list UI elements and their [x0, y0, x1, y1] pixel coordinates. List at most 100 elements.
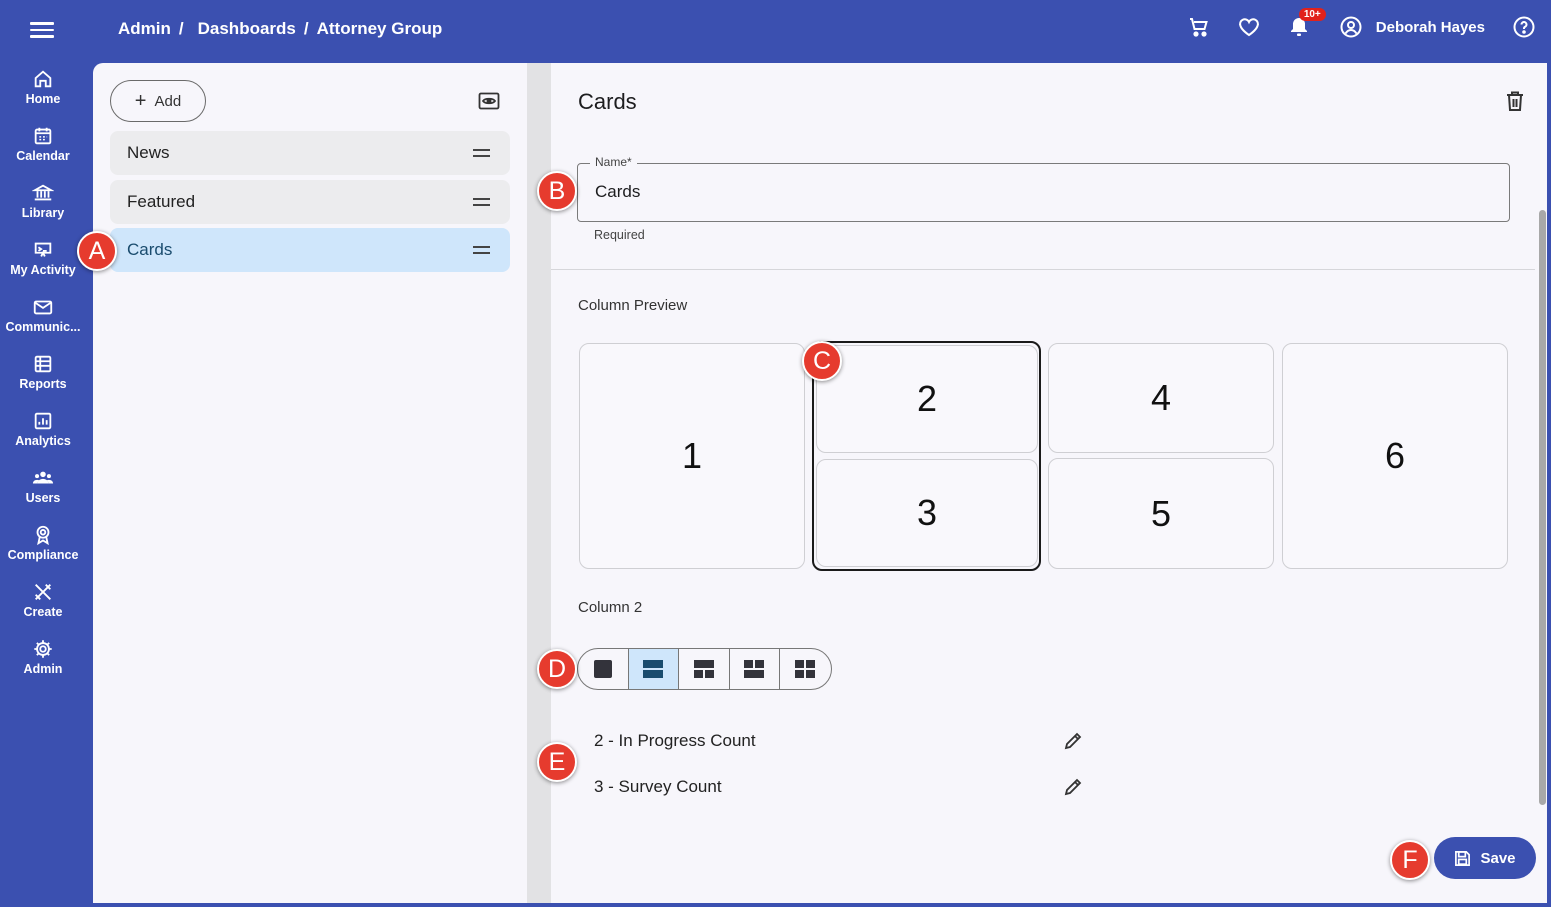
breadcrumb-dashboards[interactable]: Dashboards — [198, 19, 296, 39]
add-section-button[interactable]: + Add — [110, 80, 206, 122]
annotation-marker-e: E — [537, 742, 577, 782]
sidebar-item-my-activity[interactable]: My Activity — [0, 239, 86, 294]
layout-selector — [577, 648, 832, 690]
selected-column-label: Column 2 — [578, 599, 643, 616]
drag-handle-icon[interactable] — [473, 149, 490, 161]
breadcrumb-admin[interactable]: Admin — [118, 19, 171, 39]
sidebar-item-label: Users — [25, 491, 61, 505]
users-icon — [32, 471, 54, 484]
sidebar-item-label: My Activity — [10, 263, 76, 277]
delete-trash-icon[interactable] — [1505, 90, 1525, 112]
create-icon — [35, 584, 51, 600]
help-icon[interactable] — [1511, 14, 1537, 40]
name-field[interactable]: Name* — [577, 155, 1510, 222]
card-item: 2 - In Progress Count — [594, 731, 756, 750]
cart-icon[interactable] — [1186, 14, 1212, 40]
calendar-icon — [34, 127, 52, 145]
admin-gear-icon — [34, 640, 52, 658]
home-icon — [34, 70, 52, 88]
sidebar-item-label: Library — [21, 206, 65, 220]
section-item-featured[interactable]: Featured — [110, 180, 510, 224]
preview-cell[interactable]: 3 — [816, 459, 1038, 567]
breadcrumb-separator: / — [178, 19, 184, 38]
sidebar-item-compliance[interactable]: Compliance — [0, 524, 86, 579]
sidebar-item-label: Reports — [19, 377, 67, 391]
scrollbar-thumb[interactable] — [1539, 210, 1546, 805]
preview-cell[interactable]: 6 — [1282, 343, 1508, 569]
library-icon — [32, 184, 54, 201]
sidebar-item-label: Communic... — [5, 320, 81, 334]
preview-cell[interactable]: 1 — [579, 343, 805, 569]
sidebar-item-create[interactable]: Create — [0, 581, 86, 636]
drag-handle-icon[interactable] — [473, 246, 490, 258]
notification-count-badge: 10+ — [1298, 8, 1326, 21]
sidebar-item-admin[interactable]: Admin — [0, 638, 86, 693]
annotation-marker-c: C — [802, 341, 842, 381]
top-bar: Admin / Dashboards / Attorney Group 10+ … — [0, 0, 1551, 62]
sidebar-item-library[interactable]: Library — [0, 182, 86, 237]
layout-single-icon — [593, 660, 612, 678]
analytics-icon — [34, 412, 52, 430]
sidebar-item-communications[interactable]: Communic... — [0, 296, 86, 351]
sidebar-item-label: Home — [25, 92, 61, 106]
sidebar-item-reports[interactable]: Reports — [0, 353, 86, 408]
preview-column-4[interactable]: 6 — [1282, 343, 1508, 569]
menu-icon[interactable] — [30, 19, 54, 41]
breadcrumb-current: Attorney Group — [316, 19, 443, 38]
section-editor-panel: Cards Name* Required Column Preview 1 2 … — [551, 63, 1547, 903]
add-label: Add — [154, 92, 182, 110]
save-button[interactable]: Save — [1434, 837, 1536, 879]
save-label: Save — [1480, 849, 1516, 867]
name-helper-text: Required — [594, 228, 645, 242]
sidebar-item-label: Compliance — [7, 548, 79, 562]
mail-icon — [33, 300, 53, 315]
edit-pencil-icon[interactable] — [1062, 776, 1084, 798]
reports-icon — [34, 355, 52, 373]
favorites-heart-icon[interactable] — [1236, 14, 1262, 40]
sidebar-item-label: Admin — [23, 662, 63, 676]
sidebar-item-label: Calendar — [16, 149, 70, 163]
annotation-marker-a: A — [77, 231, 117, 271]
layout-single-block-button[interactable] — [578, 649, 629, 689]
sidebar-item-home[interactable]: Home — [0, 68, 86, 123]
preview-cell[interactable]: 2 — [816, 345, 1038, 453]
edit-pencil-icon[interactable] — [1062, 730, 1084, 752]
preview-column-3[interactable]: 4 5 — [1048, 343, 1274, 569]
drag-handle-icon[interactable] — [473, 198, 490, 210]
layout-one-top-two-bottom-icon — [693, 660, 714, 678]
section-item-news[interactable]: News — [110, 131, 510, 175]
layout-two-rows-icon — [643, 660, 664, 678]
layout-two-rows-button[interactable] — [628, 649, 679, 689]
annotation-marker-d: D — [537, 649, 577, 689]
account-circle-icon[interactable] — [1338, 14, 1364, 40]
annotation-marker-f: F — [1390, 840, 1430, 880]
compliance-icon — [36, 525, 50, 546]
name-input[interactable] — [595, 182, 1475, 202]
editor-title: Cards — [578, 89, 637, 114]
section-item-label: Featured — [127, 192, 196, 211]
name-field-label: Name* — [590, 155, 637, 169]
breadcrumb: Admin / Dashboards / Attorney Group — [118, 19, 442, 39]
sidebar-item-calendar[interactable]: Calendar — [0, 125, 86, 180]
activity-icon — [34, 242, 52, 257]
save-disk-icon — [1455, 850, 1471, 866]
preview-eye-icon[interactable] — [478, 92, 500, 110]
layout-two-top-one-bottom-button[interactable] — [730, 649, 780, 689]
section-item-label: News — [127, 143, 170, 162]
layout-one-top-two-bottom-button[interactable] — [679, 649, 730, 689]
sidebar-item-label: Create — [23, 605, 63, 619]
section-divider — [551, 269, 1535, 270]
annotation-marker-b: B — [537, 171, 577, 211]
preview-cell[interactable]: 4 — [1048, 343, 1274, 453]
preview-column-1[interactable]: 1 — [579, 343, 805, 569]
dashboard-sections-panel: + Add News Featured Cards — [93, 63, 527, 903]
sidebar-item-users[interactable]: Users — [0, 467, 86, 522]
sidebar-item-analytics[interactable]: Analytics — [0, 410, 86, 465]
layout-four-grid-button[interactable] — [780, 649, 831, 689]
preview-column-2[interactable]: 2 3 — [812, 341, 1041, 571]
sidebar-item-label: Analytics — [15, 434, 71, 448]
notifications-bell-icon[interactable]: 10+ — [1286, 8, 1326, 40]
preview-cell[interactable]: 5 — [1048, 458, 1274, 569]
user-name[interactable]: Deborah Hayes — [1376, 19, 1485, 36]
section-item-cards[interactable]: Cards — [110, 228, 510, 272]
